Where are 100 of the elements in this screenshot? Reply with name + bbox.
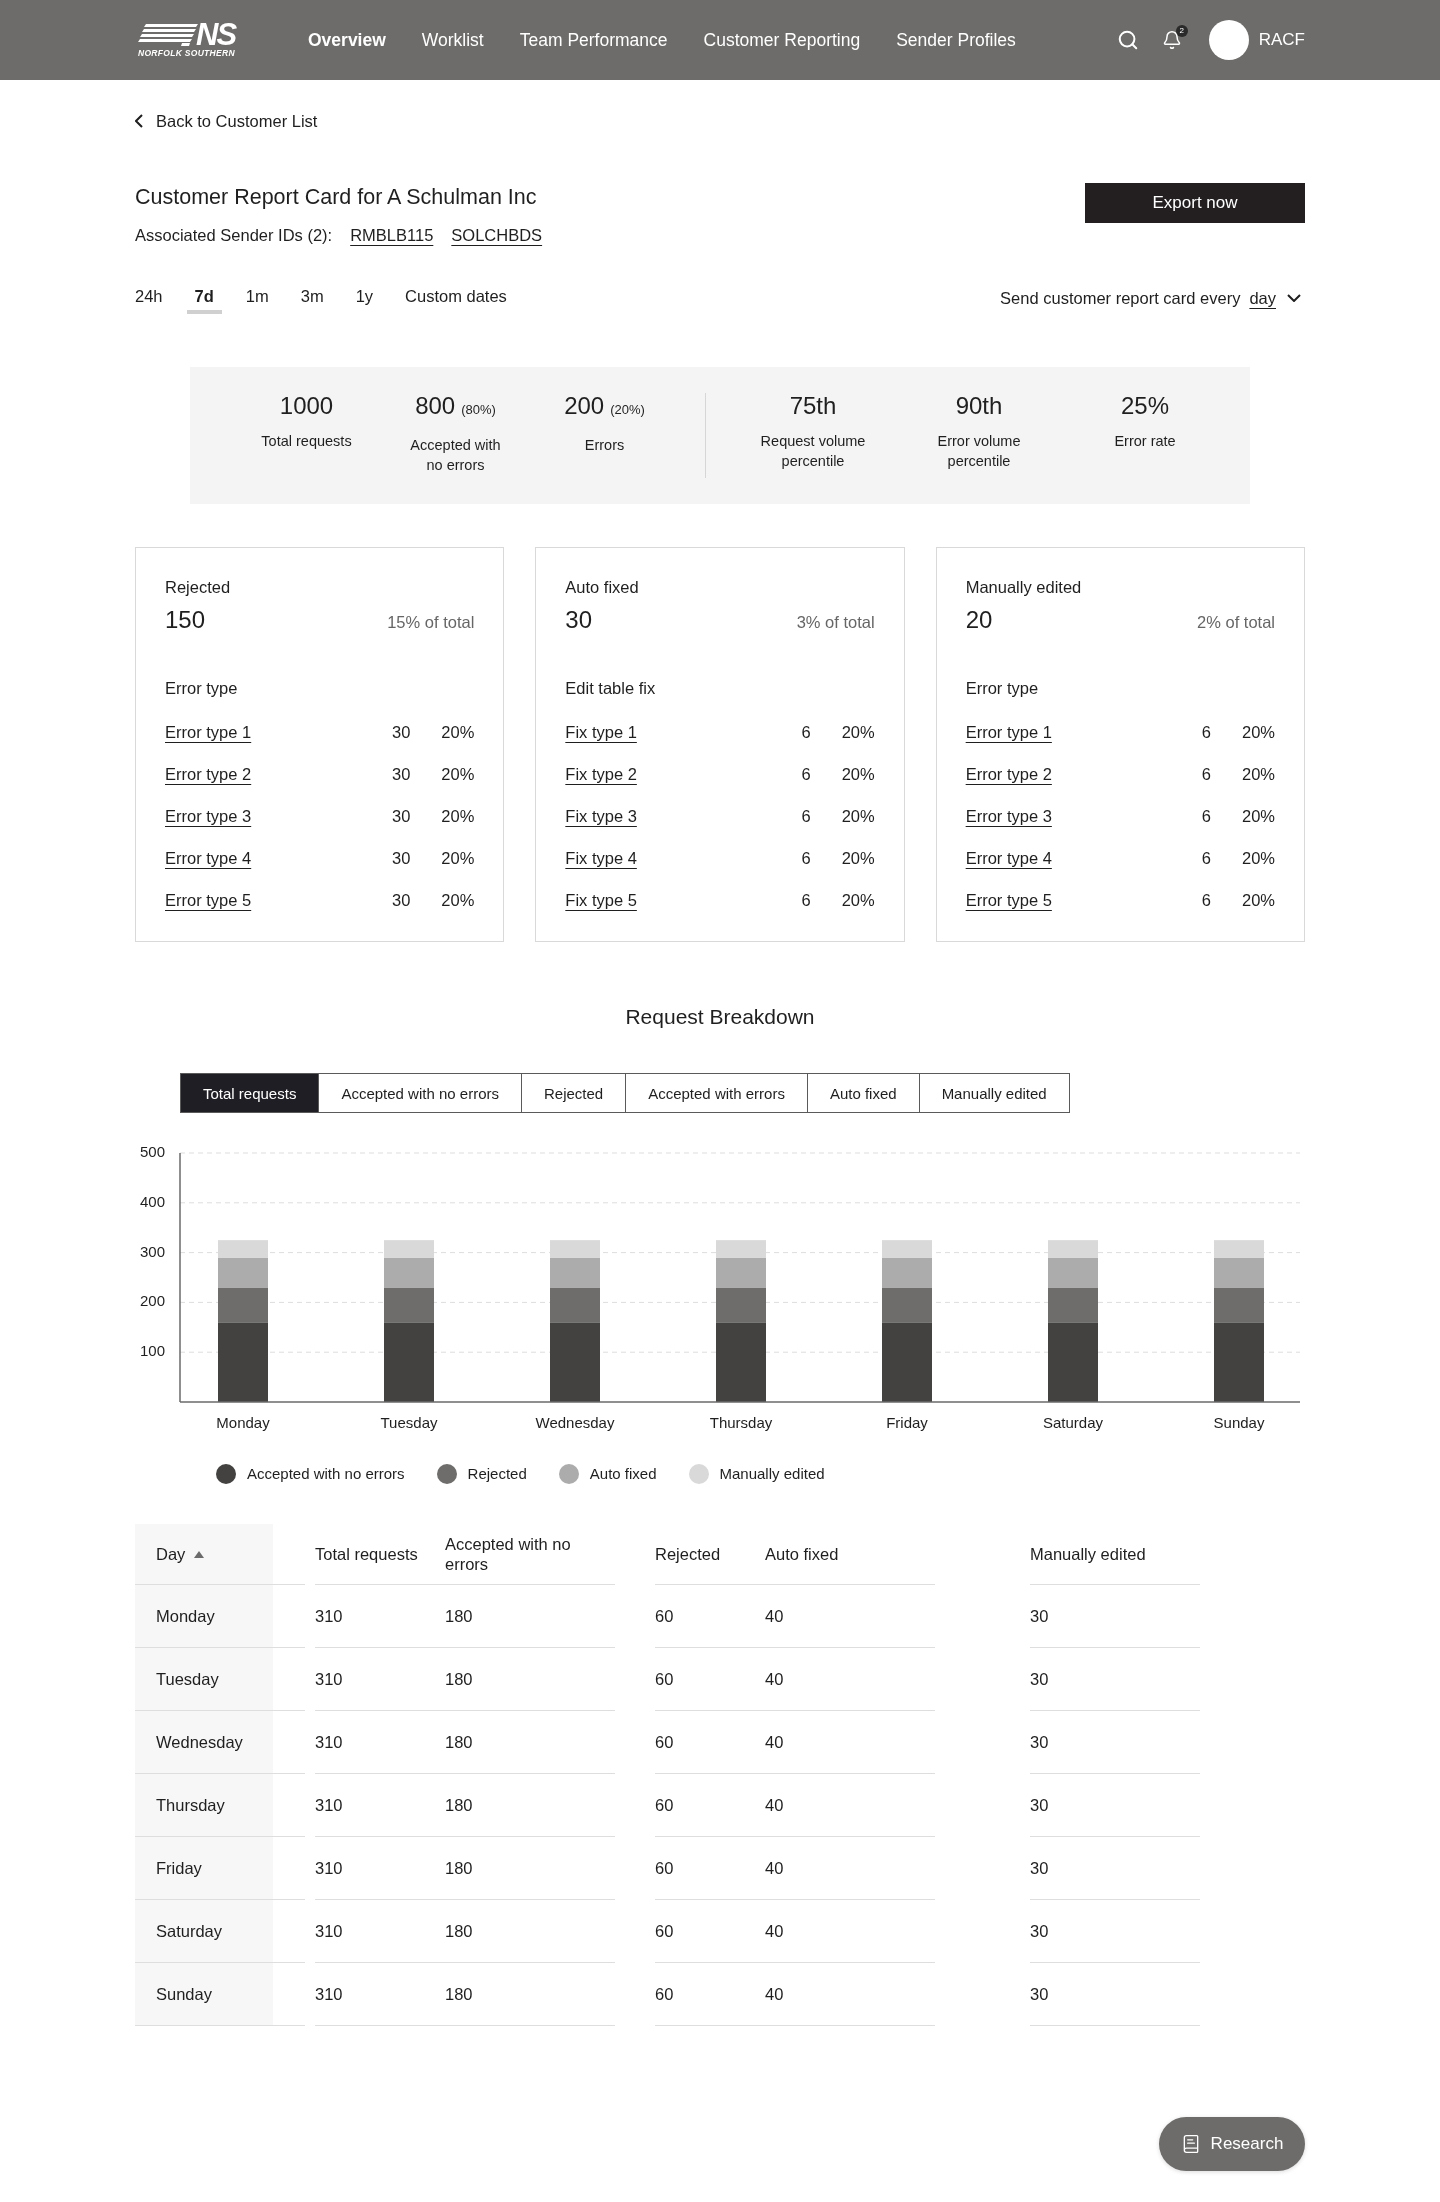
row-count: 30 [390, 764, 411, 784]
chart-tab[interactable]: Total requests [180, 1073, 320, 1113]
x-axis-label: Monday [216, 1413, 270, 1431]
report-title: Customer Report Card for A Schulman Inc [135, 184, 537, 211]
x-axis-label: Saturday [1043, 1413, 1103, 1431]
table-cell: 310 [315, 1711, 445, 1774]
row-percentage: 20% [1241, 890, 1275, 910]
stat-percentage: (20%) [610, 401, 645, 419]
type-link[interactable]: Error type 5 [965, 890, 1052, 910]
chevron-left-icon [135, 114, 143, 128]
back-link[interactable]: Back to Customer List [135, 111, 318, 131]
row-percentage: 20% [840, 848, 875, 868]
type-link[interactable]: Fix type 1 [565, 722, 637, 742]
table-cell: Friday [135, 1837, 305, 1900]
table-cell: Thursday [135, 1774, 305, 1837]
type-link[interactable]: Fix type 5 [565, 890, 637, 910]
chart-tab[interactable]: Accepted with no errors [318, 1073, 522, 1113]
table-cell: 60 [655, 1963, 765, 2026]
column-header[interactable]: Manually edited [1030, 1524, 1200, 1585]
column-header[interactable]: Auto fixed [765, 1524, 935, 1585]
row-percentage: 20% [840, 806, 875, 826]
legend-label: Accepted with no errors [247, 1464, 405, 1484]
row-count: 30 [390, 848, 411, 868]
table-cell: 180 [445, 1774, 615, 1837]
column-header[interactable]: Accepted with no errors [445, 1524, 615, 1585]
sender-id-link[interactable]: RMBLB115 [350, 225, 434, 245]
chart-tab[interactable]: Accepted with errors [625, 1073, 808, 1113]
type-link[interactable]: Error type 1 [165, 722, 252, 742]
chart-tab[interactable]: Rejected [520, 1073, 627, 1113]
row-percentage: 20% [1241, 806, 1275, 826]
row-count: 30 [390, 806, 411, 826]
type-link[interactable]: Fix type 3 [565, 806, 637, 826]
search-icon[interactable] [1116, 29, 1139, 51]
legend-label: Manually edited [719, 1464, 825, 1484]
table-cell: 40 [765, 1711, 935, 1774]
column-header[interactable]: Total requests [315, 1524, 445, 1585]
type-link[interactable]: Error type 1 [965, 722, 1052, 742]
list-heading: Edit table fix [565, 678, 656, 698]
nav-link[interactable]: Team Performance [519, 29, 668, 51]
time-range-tab[interactable]: 1m [237, 286, 277, 314]
table-cell: 40 [765, 1837, 935, 1900]
type-link[interactable]: Fix type 4 [565, 848, 637, 868]
table-cell: 180 [445, 1711, 615, 1774]
legend-label: Rejected [467, 1464, 527, 1484]
type-link[interactable]: Error type 2 [965, 764, 1052, 784]
bell-icon[interactable] [1161, 30, 1182, 50]
x-axis-label: Thursday [709, 1413, 773, 1431]
table-cell: 180 [445, 1648, 615, 1711]
row-count: 6 [800, 890, 811, 910]
column-header[interactable]: Day [135, 1524, 305, 1585]
time-range-tab[interactable]: 3m [292, 286, 332, 314]
sender-ids-label: Associated Sender IDs (2): [135, 225, 333, 245]
stat-value: 75th [789, 393, 837, 419]
row-count: 6 [800, 806, 811, 826]
time-range-tab[interactable]: 24h [127, 286, 171, 314]
sender-id-link[interactable]: SOLCHBDS [451, 225, 543, 245]
stat-label: Error rate [1114, 432, 1176, 451]
nav-link[interactable]: Sender Profiles [896, 29, 1016, 51]
card-share: 15% of total [387, 612, 475, 632]
chart-tab[interactable]: Manually edited [918, 1073, 1070, 1113]
column-header[interactable]: Rejected [655, 1524, 765, 1585]
type-link[interactable]: Error type 4 [165, 848, 252, 868]
type-link[interactable]: Error type 4 [965, 848, 1052, 868]
table-cell: Wednesday [135, 1711, 305, 1774]
research-button[interactable]: Research [1159, 2117, 1305, 2171]
row-percentage: 20% [840, 890, 875, 910]
x-axis-label: Sunday [1213, 1413, 1265, 1431]
row-count: 6 [1200, 764, 1211, 784]
type-link[interactable]: Error type 3 [965, 806, 1052, 826]
card-title: Auto fixed [565, 577, 639, 597]
user-name: RACF [1258, 29, 1305, 51]
type-link[interactable]: Fix type 2 [565, 764, 637, 784]
type-link[interactable]: Error type 2 [165, 764, 252, 784]
table-cell: 40 [765, 1648, 935, 1711]
card-count: 150 [165, 606, 206, 634]
table-cell: Saturday [135, 1900, 305, 1963]
nav-link[interactable]: Customer Reporting [703, 29, 861, 51]
legend-label: Auto fixed [589, 1464, 657, 1484]
chart-tab[interactable]: Auto fixed [806, 1073, 920, 1113]
table-cell: 30 [1030, 1585, 1200, 1648]
row-count: 6 [1200, 806, 1211, 826]
export-button[interactable]: Export now [1085, 183, 1305, 223]
time-range-tab[interactable]: Custom dates [397, 286, 515, 314]
row-percentage: 20% [440, 890, 475, 910]
logo-stripes-icon [138, 24, 198, 46]
type-link[interactable]: Error type 5 [165, 890, 252, 910]
time-range-tab[interactable]: 7d [186, 286, 222, 314]
frequency-dropdown[interactable]: day [1249, 288, 1305, 308]
time-range-tab[interactable]: 1y [347, 286, 382, 314]
type-link[interactable]: Error type 3 [165, 806, 252, 826]
stat-value: 25% [1120, 393, 1169, 419]
user-avatar[interactable] [1208, 20, 1249, 60]
nav-link[interactable]: Overview [308, 29, 386, 51]
row-count: 6 [800, 764, 811, 784]
table-cell: Tuesday [135, 1648, 305, 1711]
row-percentage: 20% [1241, 722, 1275, 742]
table-cell: 310 [315, 1963, 445, 2026]
table-cell: 310 [315, 1585, 445, 1648]
table-cell: 40 [765, 1963, 935, 2026]
nav-link[interactable]: Worklist [421, 29, 484, 51]
